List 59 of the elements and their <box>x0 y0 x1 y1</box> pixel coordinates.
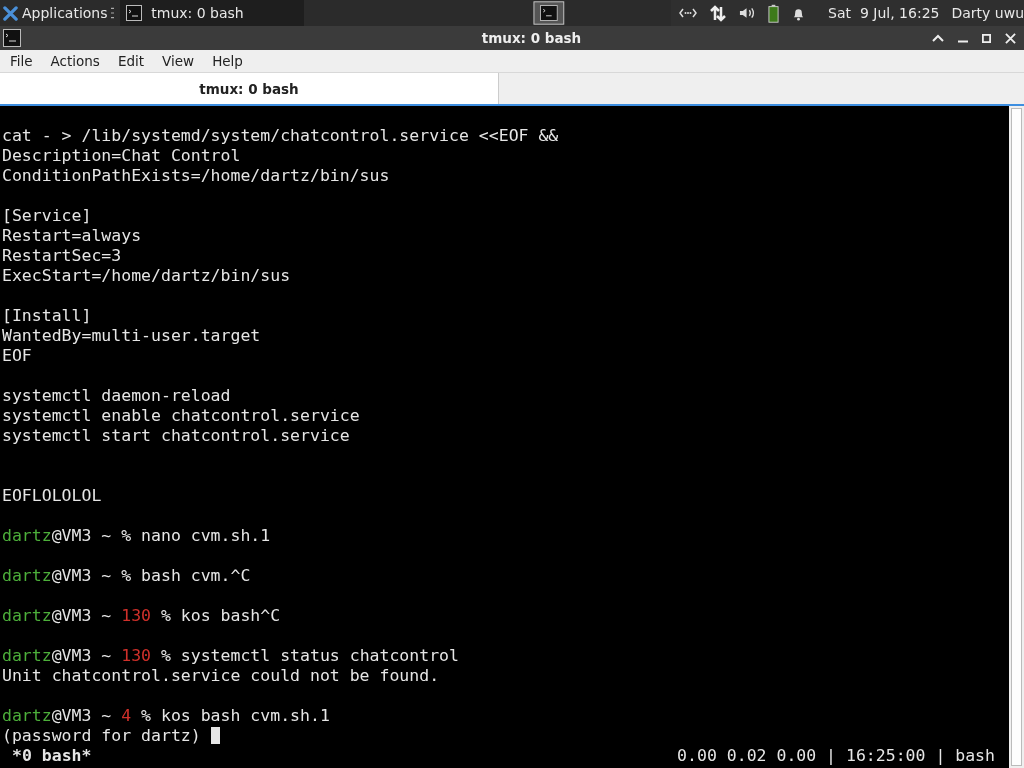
prompt-host: @VM3 ~ <box>51 566 112 585</box>
prompt-user: dartz <box>2 566 52 585</box>
window-title: tmux: 0 bash <box>480 30 582 46</box>
exit-code: 4 <box>121 706 132 725</box>
terminal-line: [Service] <box>2 206 92 225</box>
battery-icon[interactable] <box>768 3 780 23</box>
terminal-line: cat - > /lib/systemd/system/chatcontrol.service <<EOF && <box>2 126 559 145</box>
terminal-icon <box>3 29 21 47</box>
terminal-line: ConditionPathExists=/home/dartz/bin/sus <box>2 166 390 185</box>
prompt-host: @VM3 ~ <box>51 706 112 725</box>
handle-icon <box>110 7 115 19</box>
prompt-host: @VM3 ~ <box>51 646 112 665</box>
terminal-line: (password for dartz) <box>2 726 201 745</box>
close-icon[interactable] <box>1005 32 1016 44</box>
applications-menu[interactable]: Applications <box>0 5 108 21</box>
tmux-window[interactable]: *0 bash* <box>12 746 92 766</box>
exit-code: 130 <box>121 646 152 665</box>
terminal-icon[interactable] <box>533 0 565 26</box>
clock[interactable]: Sat 9 Jul, 16:25 <box>828 5 940 21</box>
prompt-host: @VM3 ~ <box>51 526 112 545</box>
status-info: 0.00 0.02 0.00 | 16:25:00 | bash <box>677 746 995 766</box>
prompt-user: dartz <box>2 646 52 665</box>
menu-item[interactable]: File <box>0 53 41 69</box>
command-text: % nano cvm.sh.1 <box>121 526 271 545</box>
volume-icon[interactable] <box>739 6 757 20</box>
terminal-line: RestartSec=3 <box>2 246 122 265</box>
command-text: % bash cvm.^C <box>121 566 251 585</box>
terminal-line: [Install] <box>2 306 92 325</box>
x-logo-icon <box>3 5 18 21</box>
terminal-line: EOFLOLOLOL <box>2 486 102 505</box>
user-name[interactable]: Darty uwu <box>951 5 1024 21</box>
terminal-line: ExecStart=/home/dartz/bin/sus <box>2 266 291 285</box>
prompt-host: @VM3 ~ <box>51 606 112 625</box>
terminal-line: systemctl enable chatcontrol.service <box>2 406 360 425</box>
command-text: % kos bash^C <box>160 606 281 625</box>
terminal-line: EOF <box>2 346 32 365</box>
exit-code: 130 <box>121 606 152 625</box>
menu-item[interactable]: Edit <box>107 53 153 69</box>
menu-item[interactable]: Actions <box>40 53 108 69</box>
terminal-line: Description=Chat Control <box>2 146 241 165</box>
command-text: % kos bash cvm.sh.1 <box>141 706 330 725</box>
terminal-line: Restart=always <box>2 226 142 245</box>
prompt-user: dartz <box>2 526 52 545</box>
chevron-up-icon[interactable] <box>932 34 944 42</box>
up-down-arrows-icon[interactable] <box>709 4 728 22</box>
taskbar-button[interactable]: tmux: 0 bash <box>120 0 304 26</box>
terminal-line: WantedBy=multi-user.target <box>2 326 261 345</box>
network-icon[interactable] <box>679 7 698 19</box>
prompt-user: dartz <box>2 606 52 625</box>
prompt-user: dartz <box>2 706 52 725</box>
command-text: % systemctl status chatcontrol <box>160 646 459 665</box>
tab[interactable]: tmux: 0 bash <box>0 73 499 104</box>
terminal-line: Unit chatcontrol.service could not be found. <box>2 666 440 685</box>
terminal-line: systemctl start chatcontrol.service <box>2 426 350 445</box>
maximize-icon[interactable] <box>982 33 991 43</box>
menu-item[interactable]: Help <box>202 53 251 69</box>
menu-item[interactable]: View <box>152 53 203 69</box>
terminal-icon <box>126 5 143 21</box>
terminal-line: systemctl daemon-reload <box>2 386 231 405</box>
